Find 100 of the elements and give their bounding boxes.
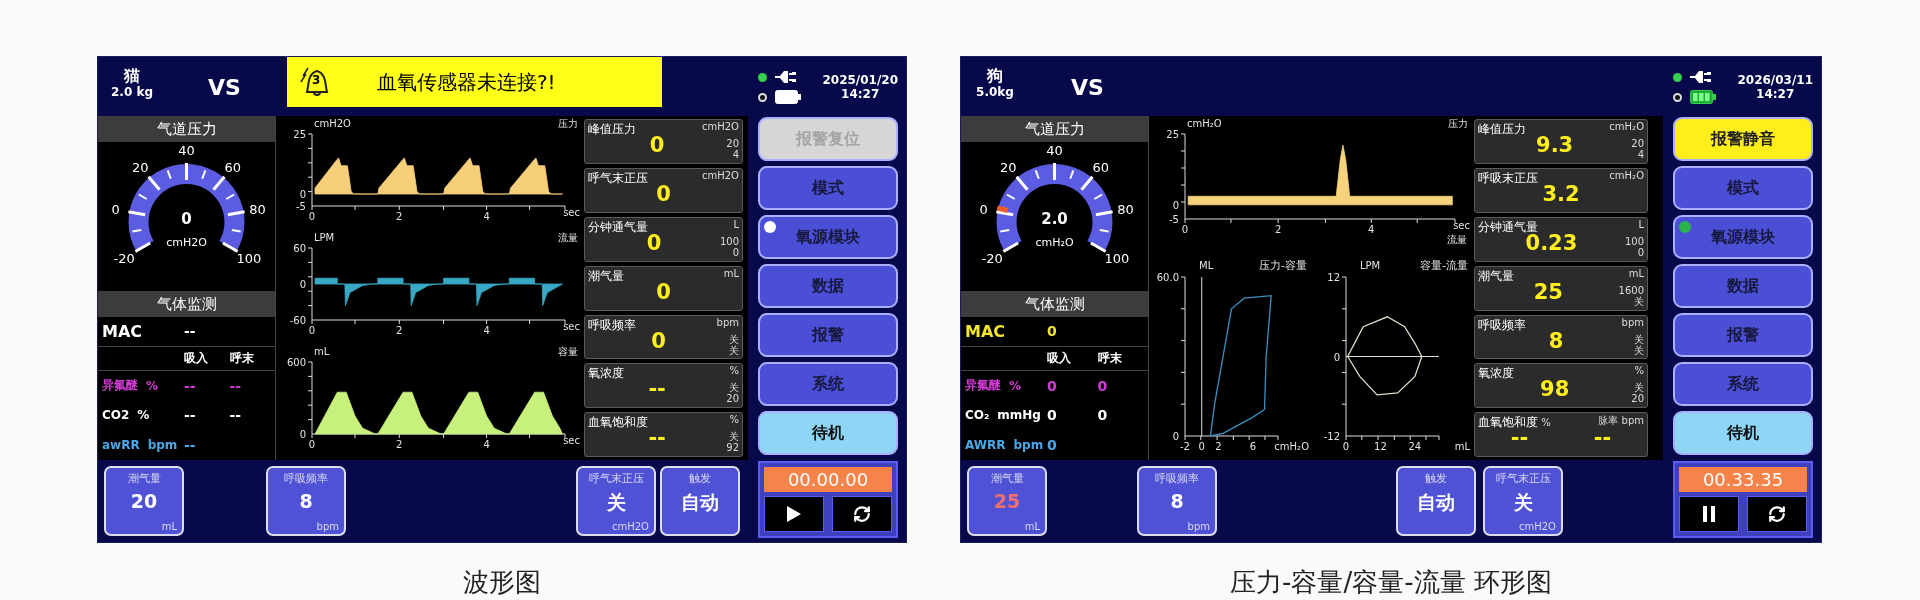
menu-button[interactable]: 数据 <box>758 264 898 308</box>
menu-button[interactable]: 报警 <box>1673 313 1813 357</box>
gauge-label: 80 <box>1117 202 1134 218</box>
menu-button[interactable]: 待机 <box>758 411 898 455</box>
gas-name: 异氟醚 <box>965 377 1001 395</box>
setting-label: 触发 <box>689 471 711 487</box>
chart-title: 压力 <box>1448 118 1468 130</box>
gas-unit: % <box>1009 378 1022 393</box>
alarm-priority: 3 <box>311 73 321 87</box>
reading-value: 3.2 <box>1541 184 1581 205</box>
setting-value: 25 <box>993 490 1021 513</box>
refresh-icon <box>853 505 871 523</box>
setting-tile[interactable]: 触发 自动 <box>660 466 740 537</box>
tick-label: 4 <box>483 439 490 451</box>
alarm-limit: 关 <box>729 382 739 394</box>
setting-value: 自动 <box>1417 490 1455 516</box>
reset-button[interactable] <box>832 496 892 532</box>
setting-tile[interactable]: 呼气末正压 关 cmH2O <box>576 466 656 537</box>
reading-label: 潮气量 <box>588 267 624 285</box>
tick-label: 600 <box>286 357 306 369</box>
menu-button[interactable]: 系统 <box>758 362 898 406</box>
tick-label: -5 <box>296 201 306 213</box>
alarm-limit: 100 <box>1624 235 1644 247</box>
alarm-limit: 0 <box>732 246 739 258</box>
gauge-label: 60 <box>1092 159 1110 175</box>
refresh-icon <box>1768 505 1786 523</box>
column-header: 呼末 <box>229 349 255 367</box>
gauge-label: 20 <box>131 159 149 175</box>
menu-button[interactable]: 系统 <box>1673 362 1813 406</box>
gas-name: awRR <box>102 438 140 453</box>
reset-button[interactable] <box>1747 496 1807 532</box>
setting-tile[interactable]: 触发 自动 <box>1396 466 1476 537</box>
tick-label: 0 <box>308 211 316 223</box>
menu-button[interactable]: 模式 <box>758 166 898 210</box>
setting-unit: cmH2O <box>1519 521 1556 533</box>
gas-value: -- <box>184 437 197 454</box>
species-label: 狗 <box>987 67 1003 85</box>
alarm-limit: 1600 <box>1618 284 1644 296</box>
reading-unit: % <box>729 414 739 426</box>
gas-unit: % <box>137 408 150 423</box>
gauge-value: 2.0 <box>1041 210 1068 228</box>
axis-unit: cmH2O <box>314 118 351 130</box>
menu-button[interactable]: 模式 <box>1673 166 1813 210</box>
figure-caption: 波形图 <box>463 566 541 599</box>
setting-tile[interactable]: 潮气量 20 mL <box>104 466 184 537</box>
axis-unit: mL <box>314 346 330 358</box>
menu-button[interactable]: 待机 <box>1673 411 1813 455</box>
alarm-limit: 关 <box>1634 333 1644 345</box>
tick-label: 0 <box>1198 441 1205 453</box>
reading-value: -- <box>647 379 667 401</box>
menu-button[interactable]: 报警 <box>758 313 898 357</box>
reading-value: 0 <box>655 184 672 205</box>
tick-label: 12 <box>1327 272 1340 284</box>
gas-name: 异氟醚 <box>102 377 138 395</box>
axis-unit: cmH₂O <box>1187 118 1222 130</box>
tick-label: 0 <box>308 325 316 337</box>
menu-button[interactable]: 氧源模块 <box>1673 215 1813 259</box>
setting-label: 潮气量 <box>127 471 161 487</box>
axis-unit: LPM <box>1360 260 1381 272</box>
tick-label: 0 <box>308 439 316 451</box>
alarm-limit: 92 <box>726 442 739 454</box>
plug-icon <box>775 70 799 84</box>
menu-button[interactable]: 报警静音 <box>1673 117 1813 161</box>
gas-value: 0 <box>1097 407 1109 424</box>
setting-tile[interactable]: 呼吸频率 8 bpm <box>266 466 346 537</box>
play-icon <box>786 505 802 523</box>
setting-unit: bpm <box>316 521 339 533</box>
tick-label: 0 <box>299 279 306 291</box>
gas-value: -- <box>229 377 243 394</box>
chart-title: 流量 <box>558 232 578 244</box>
tick-label: 0 <box>299 189 306 201</box>
reading-unit: % <box>1634 365 1644 377</box>
tick-label: 0 <box>1172 199 1179 211</box>
tick-label: 25 <box>293 129 306 141</box>
setting-tile[interactable]: 潮气量 25 mL <box>967 466 1047 537</box>
play-button[interactable] <box>764 496 824 532</box>
menu-button[interactable]: 数据 <box>1673 264 1813 308</box>
chart-title: 流量 <box>1447 234 1467 246</box>
alarm-limit: 关 <box>729 333 739 345</box>
column-header: 吸入 <box>1047 349 1072 367</box>
section-title: 气体监测 <box>98 291 275 317</box>
setting-tile[interactable]: 呼吸频率 8 bpm <box>1137 466 1217 537</box>
setting-tile[interactable]: 呼气末正压 关 cmH2O <box>1483 466 1563 537</box>
tick-label: 6 <box>1249 441 1257 453</box>
reading-unit: bpm <box>716 316 739 328</box>
menu-button[interactable]: 氧源模块 <box>758 215 898 259</box>
alarm-limit: 4 <box>1637 149 1644 161</box>
reading-label: 峰值压力 <box>1478 121 1526 139</box>
time-label: 14:27 <box>1756 87 1795 101</box>
reading-label: 潮气量 <box>1478 267 1514 285</box>
gas-value: -- <box>184 407 197 424</box>
gas-unit: bpm <box>1013 438 1044 453</box>
gauge-label: 20 <box>999 159 1017 175</box>
pause-button[interactable] <box>1679 496 1739 532</box>
reading-unit: cmH2O <box>702 121 739 133</box>
tick-label: 4 <box>483 325 490 337</box>
gas-value: 0 <box>1047 437 1058 454</box>
reading-unit: mL <box>1628 267 1644 279</box>
axis-unit: sec <box>563 435 580 447</box>
gas-value: -- <box>229 407 243 424</box>
